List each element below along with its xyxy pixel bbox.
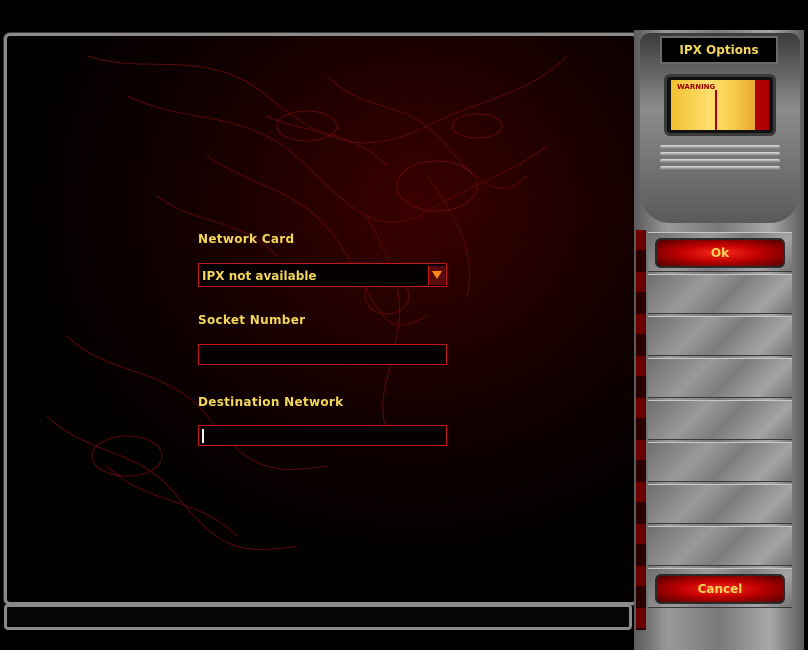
vent-grill [660,142,780,182]
main-panel [4,33,638,605]
dialog-title: IPX Options [660,36,778,64]
destination-network-label: Destination Network [198,395,344,409]
gauge-needle [715,90,717,130]
gauge-red-zone [755,80,769,130]
sidebar-slot [648,316,792,356]
text-cursor [202,429,204,443]
background-map [7,36,635,602]
network-card-label: Network Card [198,232,295,246]
monitor-screen: WARNING [671,80,769,130]
network-card-dropdown[interactable]: IPX not available [198,263,447,287]
sidebar-slot [648,484,792,524]
dropdown-arrow-button[interactable] [428,266,445,285]
cancel-button[interactable]: Cancel [655,574,785,604]
socket-number-label: Socket Number [198,313,306,327]
sidebar-slot [648,358,792,398]
warning-monitor: WARNING [664,74,776,136]
sidebar-slot [648,274,792,314]
sidebar-slot [648,526,792,566]
warning-label: WARNING [677,83,716,91]
destination-network-input[interactable] [198,425,447,446]
triangle-down-icon [432,271,442,279]
socket-number-input[interactable] [198,344,447,365]
ok-button[interactable]: Ok [655,238,785,268]
network-card-value: IPX not available [202,269,317,283]
sidebar-slot [648,442,792,482]
sidebar-slot [648,400,792,440]
sidebar-rail [636,230,646,630]
status-bar [4,604,632,630]
